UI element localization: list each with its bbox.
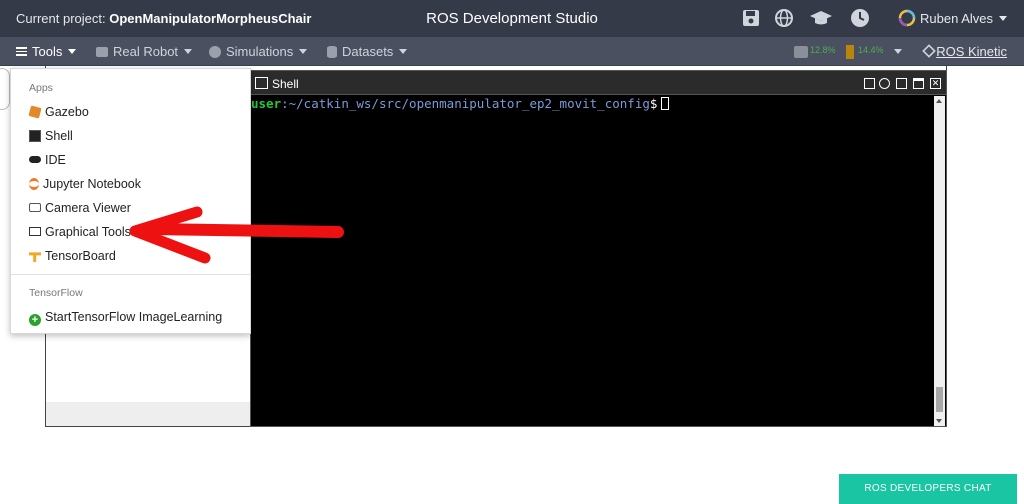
developers-chat-button[interactable]: ROS DEVELOPERS CHAT [839,474,1017,504]
annotation-arrow [129,206,344,264]
